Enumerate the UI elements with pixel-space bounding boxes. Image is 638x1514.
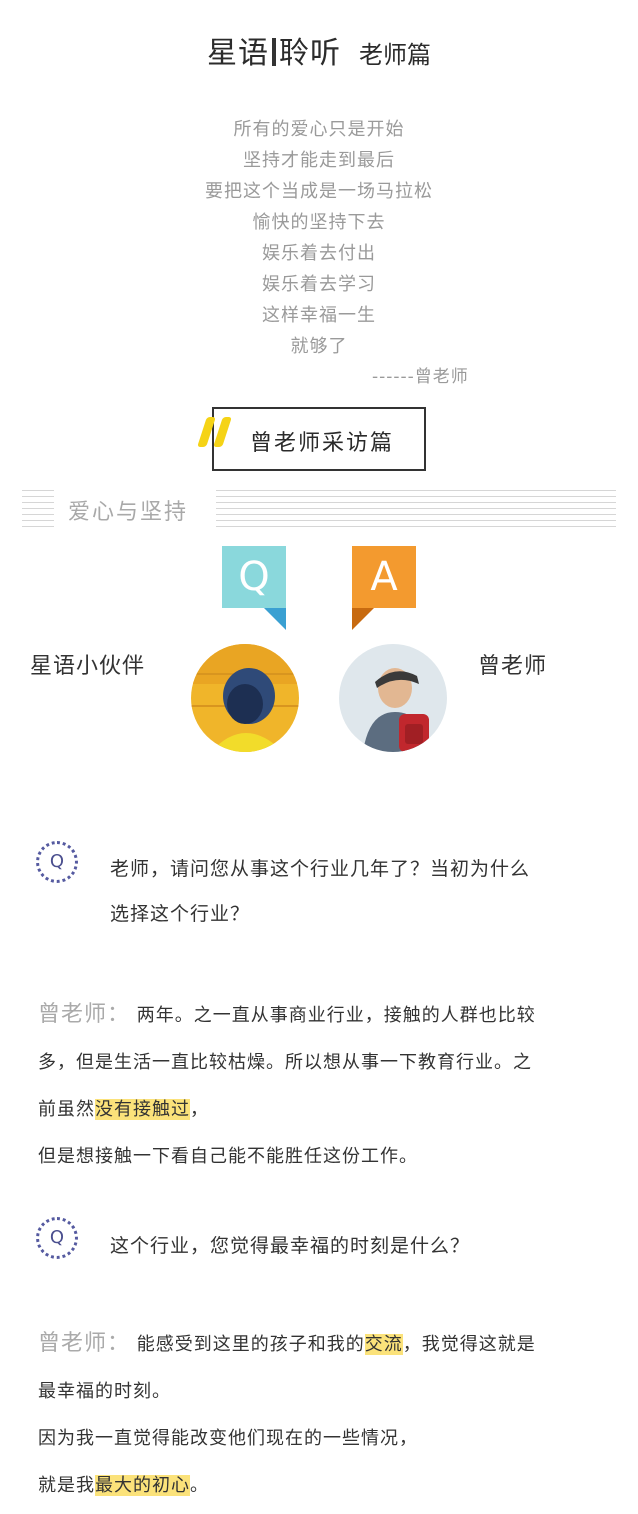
answer-text: 但是想接触一下看自己能不能胜任这份工作。 <box>38 1146 418 1167</box>
answer-text: 最幸福的时刻。 <box>38 1381 171 1402</box>
question-icon: Q <box>36 841 78 883</box>
poem-line: 娱乐着去学习 <box>262 274 376 295</box>
q-avatar-image <box>191 644 299 752</box>
a-avatar <box>339 644 447 752</box>
question-line: 选择这个行业？ <box>110 903 251 925</box>
title-separator <box>272 38 276 66</box>
answer-highlight: 没有接触过 <box>95 1099 190 1120</box>
poem-line: 所有的爱心只是开始 <box>233 119 405 140</box>
a-badge: A <box>352 546 416 608</box>
quote-mark-icon <box>196 417 236 449</box>
answer-text: 因为我一直觉得能改变他们现在的一些情况， <box>38 1428 418 1449</box>
a-badge-letter: A <box>370 554 398 600</box>
section-title: 爱心与坚持 <box>68 500 189 525</box>
a-badge-tail <box>352 608 374 630</box>
answer-text: 多，但是生活一直比较枯燥。所以想从事一下教育行业。之 <box>38 1052 532 1073</box>
answer-block: 曾老师： 两年。之一直从事商业行业，接触的人群也比较 多，但是生活一直比较枯燥。… <box>38 991 608 1180</box>
answer-block: 曾老师： 能感受到这里的孩子和我的交流，我觉得这就是 最幸福的时刻。 因为我一直… <box>38 1320 608 1509</box>
poem-signature: ------曾老师 <box>372 367 469 387</box>
q-badge: Q <box>222 546 286 608</box>
q-role-label: 星语小伙伴 <box>30 654 146 679</box>
question-text: 这个行业，您觉得最幸福的时刻是什么？ <box>110 1224 610 1269</box>
poem-line: 坚持才能走到最后 <box>243 150 395 171</box>
answer-text: 。 <box>190 1475 209 1496</box>
question-line: 这个行业，您觉得最幸福的时刻是什么？ <box>110 1235 471 1257</box>
question-text: 老师，请问您从事这个行业几年了？当初为什么 选择这个行业？ <box>110 847 610 937</box>
title-left: 星语 <box>207 36 269 71</box>
poem-line: 这样幸福一生 <box>262 305 376 326</box>
q-badge-tail <box>264 608 286 630</box>
poem-line: 娱乐着去付出 <box>262 243 376 264</box>
answer-highlight: 交流 <box>364 1334 403 1355</box>
answer-text: ， <box>190 1099 209 1120</box>
question-icon: Q <box>36 1217 78 1259</box>
poem: 所有的爱心只是开始 坚持才能走到最后 要把这个当成是一场马拉松 愉快的坚持下去 … <box>0 114 638 362</box>
answer-text: 就是我 <box>38 1475 95 1496</box>
answer-text: 能感受到这里的孩子和我的 <box>136 1334 365 1355</box>
title-subtitle: 老师篇 <box>359 41 431 69</box>
q-avatar <box>191 644 299 752</box>
page-title: 星语 聆听 老师篇 <box>0 28 638 72</box>
poem-line: 愉快的坚持下去 <box>252 212 386 233</box>
interview-title-box: 曾老师采访篇 <box>212 407 426 471</box>
answer-speaker: 曾老师： <box>38 1331 131 1356</box>
answer-speaker: 曾老师： <box>38 1002 131 1027</box>
poem-line: 就够了 <box>290 336 348 357</box>
question-line: 老师，请问您从事这个行业几年了？当初为什么 <box>110 858 531 880</box>
answer-text: ，我觉得这就是 <box>402 1334 536 1355</box>
q-badge-letter: Q <box>238 554 270 600</box>
a-avatar-image <box>339 644 447 752</box>
interview-title: 曾老师采访篇 <box>250 431 395 456</box>
answer-highlight: 最大的初心 <box>95 1475 190 1496</box>
a-role-label: 曾老师 <box>478 654 548 679</box>
answer-text: 两年。之一直从事商业行业，接触的人群也比较 <box>136 1005 536 1026</box>
answer-text: 前虽然 <box>38 1099 95 1120</box>
title-right: 聆听 <box>279 36 341 71</box>
poem-line: 要把这个当成是一场马拉松 <box>205 181 433 202</box>
